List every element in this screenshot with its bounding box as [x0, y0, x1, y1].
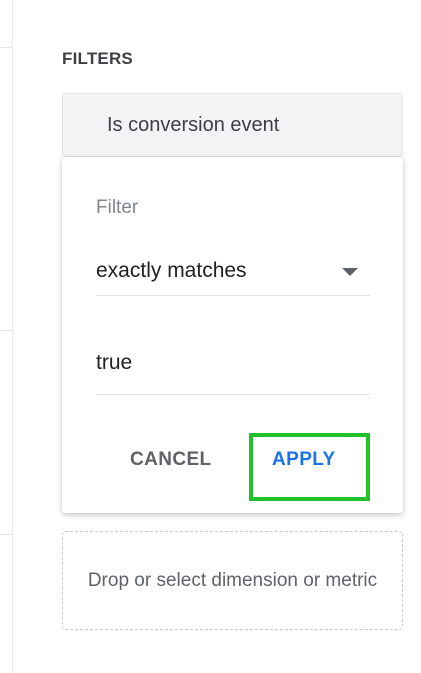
filter-value-input[interactable]: true — [96, 340, 370, 395]
filters-sidebar: FILTERS Is conversion event Filter exact… — [0, 0, 421, 673]
divider-tick — [0, 330, 12, 331]
match-type-value: exactly matches — [96, 259, 247, 282]
filter-editor-card: Filter exactly matches true CANCEL APPLY — [62, 157, 403, 513]
filter-value-text: true — [96, 351, 133, 374]
dimension-dropzone[interactable]: Drop or select dimension or metric — [62, 531, 403, 630]
cancel-button[interactable]: CANCEL — [130, 449, 212, 471]
filter-dimension-label: Is conversion event — [107, 113, 280, 136]
caret-down-icon[interactable] — [342, 268, 358, 276]
divider-tick — [0, 534, 12, 535]
section-title: FILTERS — [62, 49, 133, 68]
apply-button[interactable]: APPLY — [272, 449, 336, 471]
match-type-select[interactable]: exactly matches — [96, 249, 370, 296]
dropzone-label: Drop or select dimension or metric — [87, 569, 378, 591]
filter-dimension-chip[interactable]: Is conversion event — [62, 93, 403, 157]
panel-divider — [12, 0, 13, 673]
filter-caption: Filter — [96, 197, 139, 218]
divider-tick — [0, 47, 12, 48]
